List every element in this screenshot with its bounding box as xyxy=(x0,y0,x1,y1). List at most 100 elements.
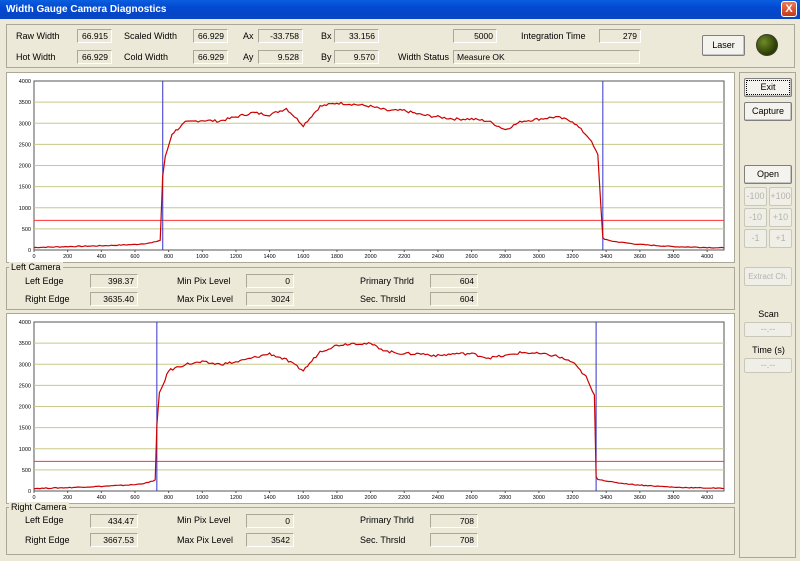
x-tick-label: 3000 xyxy=(533,495,545,501)
right-camera-max-pix-label: Max Pix Level xyxy=(177,535,234,545)
x-tick-label: 3800 xyxy=(667,495,679,501)
cold-width-value: 66.929 xyxy=(193,50,228,64)
y-tick-label: 3000 xyxy=(19,121,31,127)
x-tick-label: 600 xyxy=(130,254,139,260)
x-tick-label: 2400 xyxy=(432,495,444,501)
hot-width-label: Hot Width xyxy=(16,52,56,62)
exit-button[interactable]: Exit xyxy=(744,78,792,97)
minus1-button[interactable]: -1 xyxy=(744,229,767,248)
right-camera-sec-thrsld-label: Sec. Thrsld xyxy=(360,535,406,545)
x-tick-label: 400 xyxy=(97,495,106,501)
x-tick-label: 2800 xyxy=(499,254,511,260)
width-status-label: Width Status xyxy=(398,52,450,62)
right-camera-sec-thrsld-value: 708 xyxy=(430,533,478,547)
x-tick-label: 1800 xyxy=(331,254,343,260)
x-tick-label: 4000 xyxy=(701,254,713,260)
ax-value: -33.758 xyxy=(258,29,303,43)
right-camera-min-pix-value: 0 xyxy=(246,514,294,528)
y-tick-label: 4000 xyxy=(19,79,31,85)
x-tick-label: 1000 xyxy=(196,254,208,260)
plus10-button[interactable]: +10 xyxy=(769,208,792,227)
y-tick-label: 3500 xyxy=(19,100,31,106)
side-control-panel: Exit Capture Open -100 +100 -10 +10 -1 +… xyxy=(739,72,796,558)
x-tick-label: 2800 xyxy=(499,495,511,501)
right-camera-right-edge-value: 3667.53 xyxy=(90,533,138,547)
y-tick-label: 3500 xyxy=(19,341,31,347)
x-tick-label: 2200 xyxy=(398,495,410,501)
x-tick-label: 4000 xyxy=(701,495,713,501)
x-tick-label: 1000 xyxy=(196,495,208,501)
x-tick-label: 1200 xyxy=(230,254,242,260)
x-tick-label: 400 xyxy=(97,254,106,260)
ax-label: Ax xyxy=(243,31,254,41)
left-camera-sec-thrsld-value: 604 xyxy=(430,292,478,306)
left-camera-max-pix-value: 3024 xyxy=(246,292,294,306)
raw-width-value: 66.915 xyxy=(77,29,112,43)
right-camera-min-pix-label: Min Pix Level xyxy=(177,515,231,525)
raw-width-label: Raw Width xyxy=(16,31,60,41)
capture-button[interactable]: Capture xyxy=(744,102,792,121)
left-camera-chart: 0 500 1000 1500 2000 2500 3000 3500 4000 0 200 400 6… xyxy=(6,72,735,263)
bx-value: 33.156 xyxy=(334,29,379,43)
y-tick-label: 3000 xyxy=(19,362,31,368)
left-camera-sec-thrsld-label: Sec. Thrsld xyxy=(360,294,406,304)
x-tick-label: 800 xyxy=(164,495,173,501)
left-camera-primary-thrld-value: 604 xyxy=(430,274,478,288)
x-tick-label: 0 xyxy=(32,254,35,260)
left-camera-group: Left Camera Left Edge 398.37 Right Edge … xyxy=(6,262,735,310)
x-tick-label: 1400 xyxy=(263,254,275,260)
x-tick-label: 3400 xyxy=(600,254,612,260)
close-button[interactable]: X xyxy=(781,1,797,17)
y-tick-label: 2500 xyxy=(19,142,31,148)
x-tick-label: 200 xyxy=(63,495,72,501)
window-title: Width Gauge Camera Diagnostics xyxy=(6,4,167,15)
x-tick-label: 1600 xyxy=(297,495,309,501)
x-tick-label: 3200 xyxy=(566,495,578,501)
x-tick-label: 2200 xyxy=(398,254,410,260)
counter-value: 5000 xyxy=(453,29,497,43)
left-camera-right-edge-value: 3635.40 xyxy=(90,292,138,306)
plus100-button[interactable]: +100 xyxy=(769,187,792,206)
y-tick-label: 500 xyxy=(22,468,31,474)
ay-label: Ay xyxy=(243,52,254,62)
left-camera-min-pix-label: Min Pix Level xyxy=(177,276,231,286)
left-camera-left-edge-label: Left Edge xyxy=(25,276,64,286)
client-area: Raw Width 66.915 Hot Width 66.929 Scaled… xyxy=(0,19,800,561)
laser-button[interactable]: Laser xyxy=(702,35,745,56)
scaled-width-label: Scaled Width xyxy=(124,31,178,41)
x-tick-label: 1200 xyxy=(230,495,242,501)
by-value: 9.570 xyxy=(334,50,379,64)
width-readout-panel: Raw Width 66.915 Hot Width 66.929 Scaled… xyxy=(6,24,795,68)
x-tick-label: 1800 xyxy=(331,495,343,501)
y-tick-label: 0 xyxy=(28,248,31,254)
y-tick-label: 1000 xyxy=(19,206,31,212)
cold-width-label: Cold Width xyxy=(124,52,169,62)
y-tick-label: 4000 xyxy=(19,320,31,326)
right-camera-chart-svg: 0 500 1000 1500 2000 2500 3000 3500 4000 0 200 400 6… xyxy=(19,320,725,501)
y-tick-label: 2500 xyxy=(19,383,31,389)
right-camera-max-pix-value: 3542 xyxy=(246,533,294,547)
scan-label: Scan xyxy=(758,309,779,319)
left-camera-title: Left Camera xyxy=(9,262,63,272)
time-label: Time (s) xyxy=(752,345,785,355)
left-camera-max-pix-label: Max Pix Level xyxy=(177,294,234,304)
minus10-button[interactable]: -10 xyxy=(744,208,767,227)
right-camera-chart: 0 500 1000 1500 2000 2500 3000 3500 4000 0 200 400 6… xyxy=(6,313,735,504)
open-button[interactable]: Open xyxy=(744,165,792,184)
y-tick-label: 1500 xyxy=(19,426,31,432)
left-camera-right-edge-label: Right Edge xyxy=(25,294,70,304)
x-tick-label: 2000 xyxy=(364,254,376,260)
right-camera-primary-thrld-label: Primary Thrld xyxy=(360,515,414,525)
extract-button[interactable]: Extract Ch. xyxy=(744,267,792,286)
x-tick-label: 600 xyxy=(130,495,139,501)
x-tick-label: 1400 xyxy=(263,495,275,501)
x-tick-label: 3800 xyxy=(667,254,679,260)
plus1-button[interactable]: +1 xyxy=(769,229,792,248)
y-tick-label: 1500 xyxy=(19,185,31,191)
integration-time-value: 279 xyxy=(599,29,641,43)
right-camera-group: Right Camera Left Edge 434.47 Right Edge… xyxy=(6,502,735,555)
right-camera-left-edge-value: 434.47 xyxy=(90,514,138,528)
x-tick-label: 3600 xyxy=(634,254,646,260)
x-tick-label: 3200 xyxy=(566,254,578,260)
minus100-button[interactable]: -100 xyxy=(744,187,767,206)
